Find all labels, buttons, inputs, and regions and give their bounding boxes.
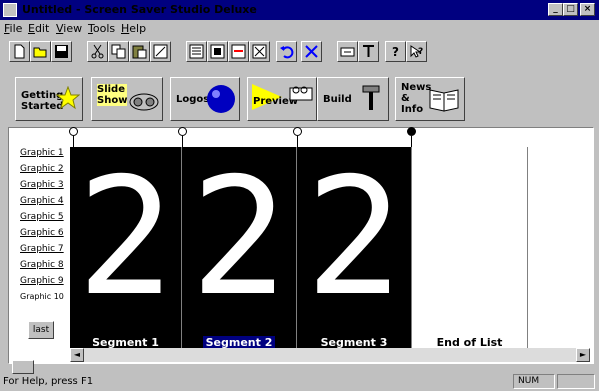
frame-icon[interactable] <box>207 41 228 62</box>
globe-icon <box>207 85 235 113</box>
num-lock-indicator: NUM <box>513 374 555 389</box>
paste-icon[interactable] <box>129 41 150 62</box>
horizontal-scrollbar[interactable]: ◄ ► <box>70 348 590 362</box>
graphic-item[interactable]: Graphic 7 <box>20 244 70 254</box>
book-icon <box>429 89 459 112</box>
segment-marker-3[interactable] <box>293 127 302 136</box>
maximize-button[interactable]: □ <box>563 3 578 16</box>
end-of-list-panel: End of List <box>412 147 528 355</box>
slide-show-label: Slide Show <box>97 84 128 106</box>
segment-panel-2[interactable]: 2 Segment 2 <box>182 147 297 355</box>
hammer-icon <box>362 85 380 110</box>
properties-icon[interactable] <box>150 41 171 62</box>
graphic-item[interactable]: Graphic 4 <box>20 196 70 206</box>
status-help-text: For Help, press F1 <box>3 376 94 387</box>
segment-graphic: 2 <box>76 144 175 332</box>
text-box-icon[interactable] <box>337 41 358 62</box>
segment-graphic: 2 <box>305 144 403 332</box>
app-icon[interactable] <box>3 3 17 17</box>
segment-marker-1[interactable] <box>69 127 78 136</box>
news-info-button[interactable]: News & Info <box>395 77 465 121</box>
getting-started-button[interactable]: Getting Started <box>15 77 83 121</box>
menu-bar: File Edit View Tools Help <box>0 20 599 38</box>
save-icon[interactable] <box>51 41 72 62</box>
graphic-item[interactable]: Graphic 3 <box>20 180 70 190</box>
context-help-icon[interactable]: ? <box>406 41 427 62</box>
minimize-button[interactable]: _ <box>548 3 563 16</box>
align-icon[interactable] <box>186 41 207 62</box>
text-tool-icon[interactable] <box>358 41 379 62</box>
menu-view[interactable]: View <box>56 22 82 35</box>
menu-file[interactable]: File <box>4 22 22 35</box>
preview-button[interactable]: Preview <box>247 77 317 121</box>
resize-icon[interactable] <box>228 41 249 62</box>
segment-marker-end[interactable] <box>407 127 416 136</box>
bottom-left-widget[interactable] <box>12 360 34 374</box>
delete-icon[interactable] <box>301 41 322 62</box>
graphic-item[interactable]: Graphic 8 <box>20 260 70 270</box>
graphic-item[interactable]: Graphic 10 <box>20 292 70 301</box>
empty-panel <box>528 147 590 355</box>
graphic-item[interactable]: Graphic 6 <box>20 228 70 238</box>
menu-tools[interactable]: Tools <box>88 22 115 35</box>
svg-text:?: ? <box>418 47 423 57</box>
projector-icon <box>129 93 159 111</box>
news-info-label: News & Info <box>401 82 432 115</box>
graphic-item[interactable]: Graphic 2 <box>20 164 70 174</box>
close-button[interactable]: × <box>580 3 595 16</box>
copy-icon[interactable] <box>108 41 129 62</box>
status-pane-empty <box>557 374 595 389</box>
segment-panel-1[interactable]: 2 Segment 1 <box>70 147 182 355</box>
new-file-icon[interactable] <box>9 41 30 62</box>
build-label: Build <box>323 94 352 105</box>
star-icon <box>56 86 80 110</box>
cut-icon[interactable] <box>87 41 108 62</box>
scroll-left-button[interactable]: ◄ <box>70 348 84 362</box>
segment-panel-3[interactable]: 2 Segment 3 <box>297 147 412 355</box>
slide-show-button[interactable]: Slide Show <box>91 77 163 121</box>
graphic-item[interactable]: Graphic 5 <box>20 212 70 222</box>
stretch-icon[interactable] <box>249 41 270 62</box>
build-button[interactable]: Build <box>317 77 389 121</box>
last-button[interactable]: last <box>28 321 54 339</box>
graphic-list: Graphic 1 Graphic 2 Graphic 3 Graphic 4 … <box>12 143 70 348</box>
segment-graphic: 2 <box>190 144 288 332</box>
graphic-item[interactable]: Graphic 9 <box>20 276 70 286</box>
menu-help[interactable]: Help <box>121 22 146 35</box>
window-title: Untitled - Screen Saver Studio Deluxe <box>22 3 257 16</box>
segment-marker-2[interactable] <box>178 127 187 136</box>
scroll-right-button[interactable]: ► <box>576 348 590 362</box>
logos-button[interactable]: Logos <box>170 77 240 121</box>
undo-icon[interactable] <box>276 41 297 62</box>
film-icon <box>289 86 313 101</box>
svg-text:?: ? <box>392 45 399 59</box>
graphic-item[interactable]: Graphic 1 <box>20 148 70 158</box>
help-icon[interactable]: ? <box>385 41 406 62</box>
open-folder-icon[interactable] <box>30 41 51 62</box>
menu-edit[interactable]: Edit <box>28 22 49 35</box>
